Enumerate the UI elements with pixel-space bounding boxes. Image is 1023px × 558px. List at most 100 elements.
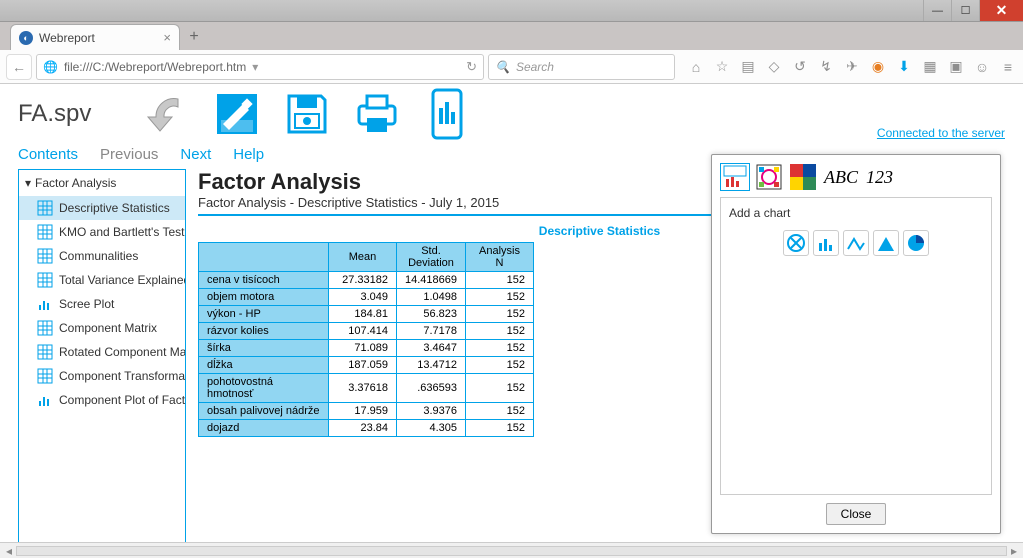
send-icon[interactable]: ✈ <box>843 58 861 76</box>
url-text: file:///C:/Webreport/Webreport.htm <box>64 60 246 74</box>
pocket-icon[interactable]: ◇ <box>765 58 783 76</box>
sidebar-item-label: Descriptive Statistics <box>59 201 170 215</box>
back-button[interactable]: ← <box>6 54 32 80</box>
page-hscrollbar[interactable]: ◂▸ <box>0 542 1023 558</box>
cell-mean: 187.059 <box>329 357 397 374</box>
sidebar-item[interactable]: KMO and Bartlett's Test <box>19 220 185 244</box>
save-icon[interactable]: ▣ <box>947 58 965 76</box>
reload-icon[interactable]: ↻ <box>466 59 477 75</box>
window-titlebar: — ☐ ✕ <box>0 0 1023 22</box>
tab-close-icon[interactable]: × <box>163 30 171 45</box>
cell-n: 152 <box>466 420 534 437</box>
cell-mean: 184.81 <box>329 306 397 323</box>
table-row: dĺžka187.05913.4712152 <box>199 357 534 374</box>
chart-type-bar-icon[interactable] <box>813 230 839 256</box>
cell-std: 4.305 <box>397 420 466 437</box>
col-mean: Mean <box>329 243 397 272</box>
collapse-icon[interactable]: ▾ <box>25 176 31 190</box>
chart-type-cancel-icon[interactable] <box>783 230 809 256</box>
sidebar-item[interactable]: Total Variance Explained <box>19 268 185 292</box>
sidebar-item[interactable]: Communalities <box>19 244 185 268</box>
palette-text-icon[interactable]: ABC <box>822 163 860 191</box>
chart-type-area-icon[interactable] <box>873 230 899 256</box>
save-disk-icon[interactable] <box>281 88 333 140</box>
row-label: pohotovostná hmotnosť <box>199 374 329 403</box>
col-n: Analysis N <box>466 243 534 272</box>
browser-toolbar: ← 🌐 file:///C:/Webreport/Webreport.htm ▾… <box>0 50 1023 84</box>
browser-side-icons: ⌂ ☆ ▤ ◇ ↺ ↯ ✈ ◉ ⬇ ▦ ▣ ☺ ≡ <box>679 58 1017 76</box>
palette-colors-icon[interactable] <box>788 163 818 191</box>
sidebar-item-label: KMO and Bartlett's Test <box>59 225 184 239</box>
reader-icon[interactable]: ▤ <box>739 58 757 76</box>
menu-icon[interactable]: ≡ <box>999 58 1017 76</box>
url-bar[interactable]: 🌐 file:///C:/Webreport/Webreport.htm ▾ ↻ <box>36 54 484 80</box>
palette-table-icon[interactable] <box>720 163 750 191</box>
download-icon[interactable]: ⬇ <box>895 58 913 76</box>
cell-std: .636593 <box>397 374 466 403</box>
table-row: cena v tisícoch27.3318214.418669152 <box>199 272 534 289</box>
cell-mean: 3.049 <box>329 289 397 306</box>
sidebar-item[interactable]: Descriptive Statistics <box>19 196 185 220</box>
table-row: objem motora3.0491.0498152 <box>199 289 534 306</box>
sidebar-item-label: Rotated Component Matrix <box>59 345 185 359</box>
row-label: obsah palivovej nádrže <box>199 403 329 420</box>
connection-status-link[interactable]: Connected to the server <box>877 126 1005 140</box>
menu-previous[interactable]: Previous <box>100 146 158 163</box>
table-row: rázvor kolies107.4147.7178152 <box>199 323 534 340</box>
sidebar-item[interactable]: Scree Plot <box>19 292 185 316</box>
window-minimize-button[interactable]: — <box>923 0 951 21</box>
cell-std: 13.4712 <box>397 357 466 374</box>
profile-icon[interactable]: ☺ <box>973 58 991 76</box>
row-label: šírka <box>199 340 329 357</box>
sidebar-item-label: Component Plot of Factors 1 <box>59 393 185 407</box>
cell-n: 152 <box>466 289 534 306</box>
menu-help[interactable]: Help <box>233 146 264 163</box>
row-label: objem motora <box>199 289 329 306</box>
history-icon[interactable]: ↺ <box>791 58 809 76</box>
tree-root-label: Factor Analysis <box>35 176 116 190</box>
secure-icon: 🌐 <box>43 60 58 74</box>
search-box[interactable]: 🔍 Search <box>488 54 675 80</box>
apps-icon[interactable]: ▦ <box>921 58 939 76</box>
window-close-button[interactable]: ✕ <box>979 0 1023 21</box>
sidebar-item[interactable]: Component Plot of Factors 1 <box>19 388 185 412</box>
cell-std: 1.0498 <box>397 289 466 306</box>
table-corner <box>199 243 329 272</box>
panel-close-button[interactable]: Close <box>826 503 887 525</box>
sidebar-item-label: Total Variance Explained <box>59 273 185 287</box>
chart-type-pie-icon[interactable] <box>903 230 929 256</box>
row-label: rázvor kolies <box>199 323 329 340</box>
tree-root[interactable]: ▾ Factor Analysis <box>19 170 185 196</box>
addon-icon[interactable]: ◉ <box>869 58 887 76</box>
palette-number-icon[interactable]: 123 <box>864 163 895 191</box>
cell-std: 56.823 <box>397 306 466 323</box>
sidebar-item-label: Scree Plot <box>59 297 114 311</box>
cell-std: 3.4647 <box>397 340 466 357</box>
col-std: Std. Deviation <box>397 243 466 272</box>
insert-panel: ABC 123 Add a chart Close <box>711 154 1001 534</box>
window-maximize-button[interactable]: ☐ <box>951 0 979 21</box>
undo-arrow-icon[interactable] <box>141 88 193 140</box>
mobile-icon[interactable] <box>421 88 473 140</box>
dropdown-icon[interactable]: ▾ <box>252 60 258 74</box>
row-label: dĺžka <box>199 357 329 374</box>
menu-next[interactable]: Next <box>180 146 211 163</box>
sidebar-item-label: Communalities <box>59 249 138 263</box>
menu-contents[interactable]: Contents <box>18 146 78 163</box>
star-icon[interactable]: ☆ <box>713 58 731 76</box>
sidebar-item[interactable]: Rotated Component Matrix <box>19 340 185 364</box>
cell-mean: 23.84 <box>329 420 397 437</box>
browser-tab[interactable]: ◐ Webreport × <box>10 24 180 50</box>
edit-icon[interactable] <box>211 88 263 140</box>
palette-target-icon[interactable] <box>754 163 784 191</box>
cell-n: 152 <box>466 340 534 357</box>
print-icon[interactable] <box>351 88 403 140</box>
sidebar-item[interactable]: Component Transformation M <box>19 364 185 388</box>
sidebar-item[interactable]: Component Matrix <box>19 316 185 340</box>
new-tab-button[interactable]: + <box>184 27 204 47</box>
cell-n: 152 <box>466 323 534 340</box>
loop-icon[interactable]: ↯ <box>817 58 835 76</box>
home-icon[interactable]: ⌂ <box>687 58 705 76</box>
chart-type-line-icon[interactable] <box>843 230 869 256</box>
row-label: výkon - HP <box>199 306 329 323</box>
